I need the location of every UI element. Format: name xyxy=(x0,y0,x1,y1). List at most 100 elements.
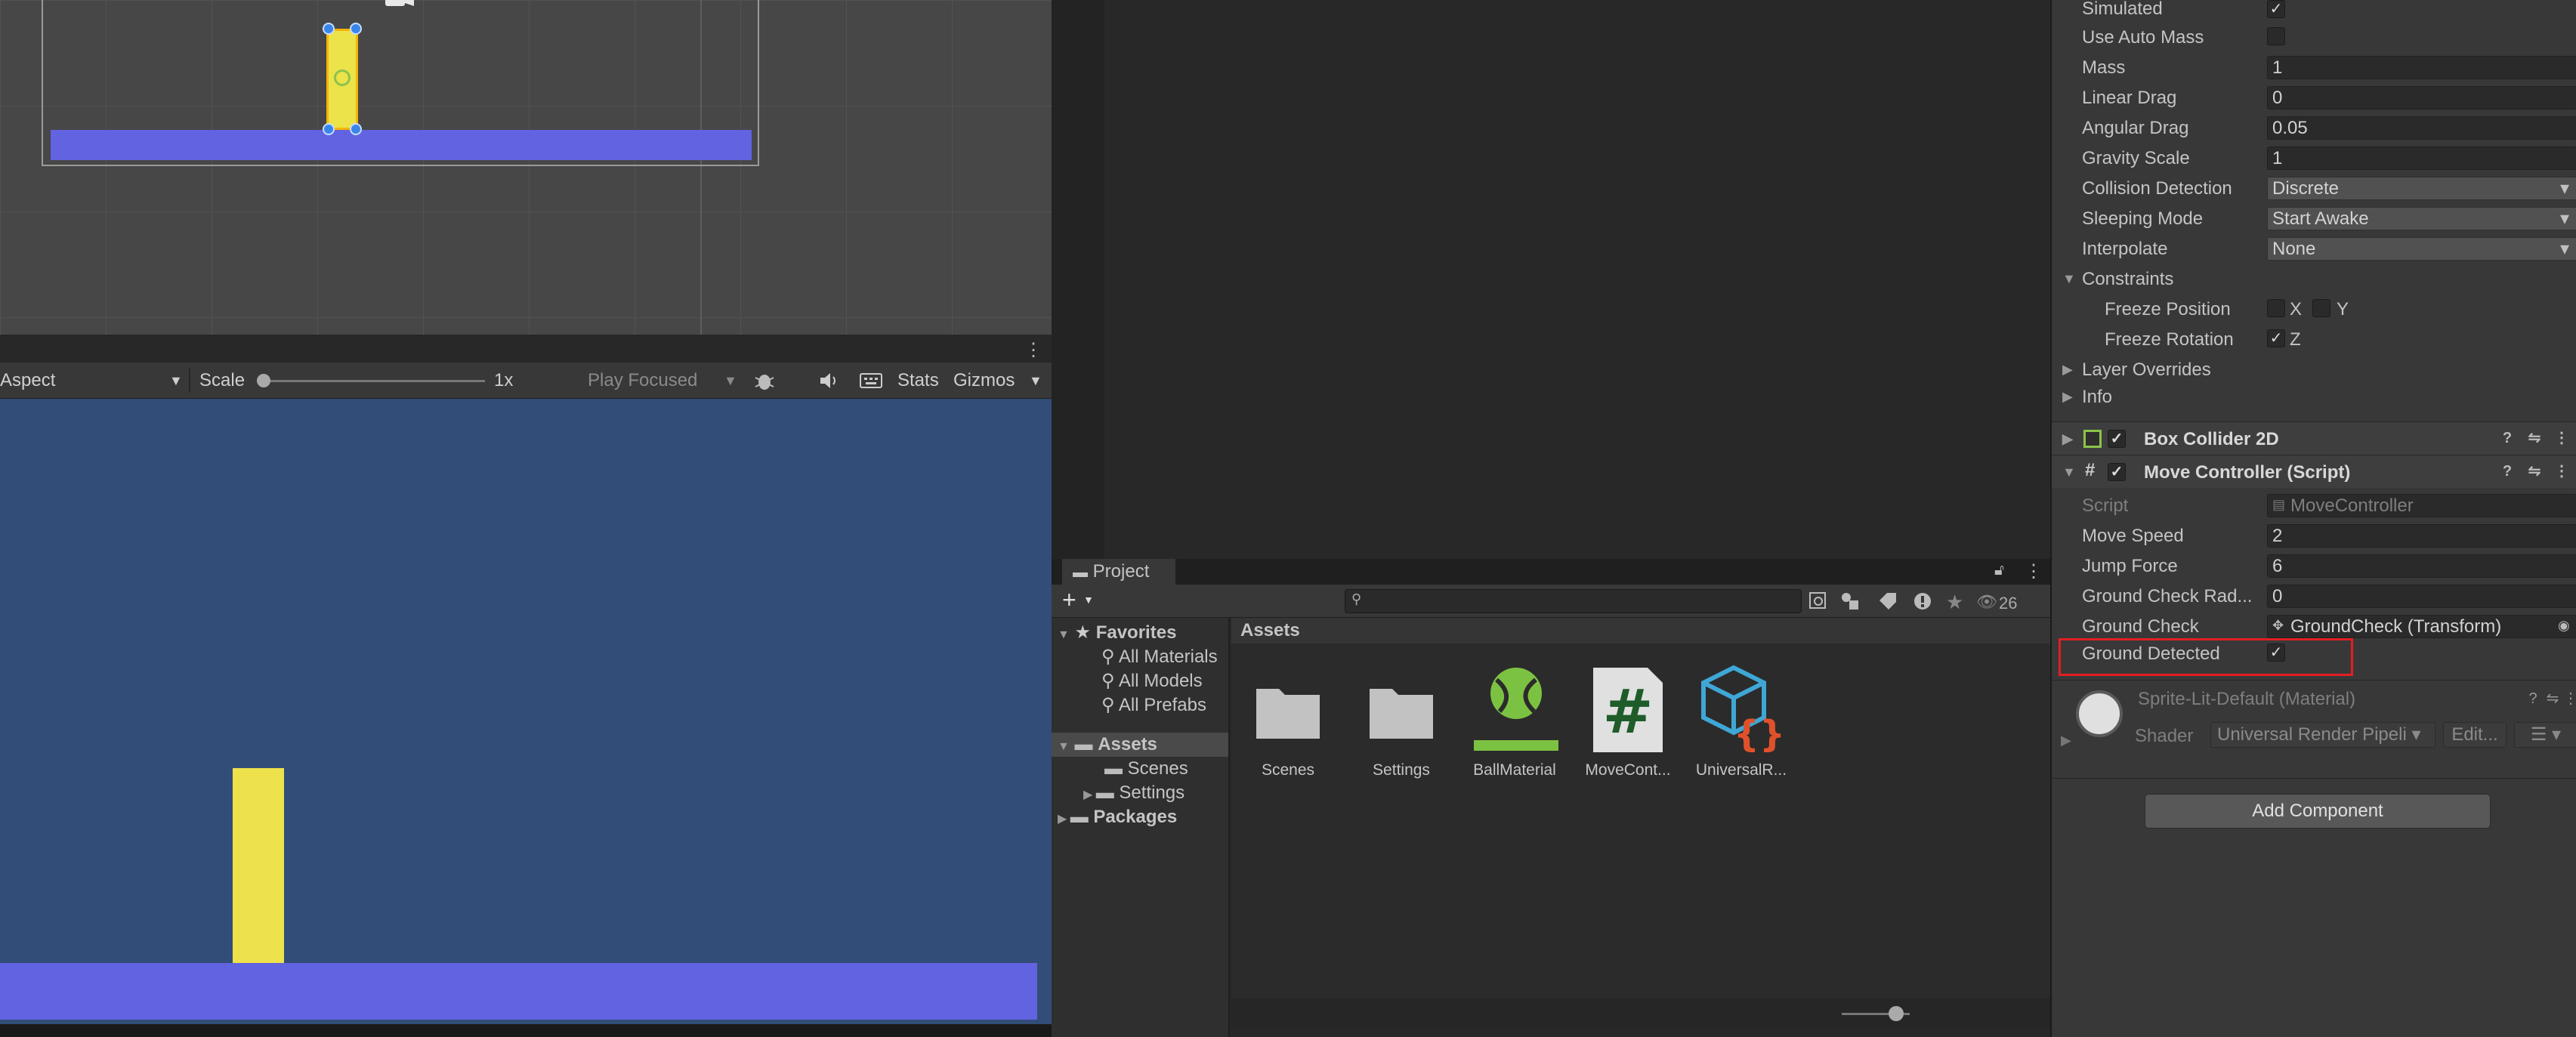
chevron-down-icon[interactable]: ▼ xyxy=(1083,594,1094,606)
resize-handle[interactable] xyxy=(350,23,362,35)
search-by-type-icon[interactable] xyxy=(1808,591,1828,611)
add-component-button[interactable]: Add Component xyxy=(2145,794,2491,829)
filter-by-type-icon[interactable] xyxy=(1840,591,1860,611)
scene-view[interactable] xyxy=(0,0,1052,335)
bug-icon[interactable] xyxy=(754,370,775,391)
expand-arrow-icon[interactable]: ▼ xyxy=(1058,740,1070,753)
expand-arrow-icon[interactable]: ▼ xyxy=(2062,271,2076,287)
resize-handle[interactable] xyxy=(350,123,362,135)
collision-detection-dropdown[interactable]: Discrete xyxy=(2267,177,2576,200)
property-row: Ground Check GroundCheck (Transform) ✥ ◉ xyxy=(2052,612,2576,642)
chevron-down-icon[interactable]: ▼ xyxy=(1029,363,1042,399)
constraints-foldout[interactable]: ▼ Constraints xyxy=(2052,264,2576,295)
presets-icon[interactable]: ⇋ xyxy=(2526,463,2543,480)
freeze-y-checkbox[interactable] xyxy=(2312,299,2330,317)
layer-overrides-foldout[interactable]: ▶ Layer Overrides xyxy=(2052,355,2576,385)
asset-item[interactable]: {} UniversalR... xyxy=(1685,665,1798,779)
shader-menu-button[interactable]: ☰ ▾ xyxy=(2514,722,2576,748)
audio-icon[interactable] xyxy=(819,372,840,390)
tree-item-scenes[interactable]: ▬ Scenes xyxy=(1104,757,1188,781)
assets-breadcrumb[interactable]: Assets xyxy=(1231,618,2050,643)
tree-item-settings[interactable]: ▶ ▬ Settings xyxy=(1083,781,1185,805)
ground-check-radius-field[interactable]: 0 xyxy=(2267,585,2576,608)
add-icon[interactable]: + xyxy=(1062,586,1076,614)
tree-item-all-models[interactable]: ⚲ All Models xyxy=(1101,669,1203,693)
expand-arrow-icon[interactable]: ▶ xyxy=(1058,813,1070,826)
tree-item-packages[interactable]: ▶ ▬ Packages xyxy=(1058,805,1177,829)
more-options-icon[interactable]: ⋮ xyxy=(1024,339,1042,361)
scale-slider-thumb[interactable] xyxy=(257,374,270,387)
presets-icon[interactable]: ⇋ xyxy=(2526,430,2543,446)
more-options-icon[interactable]: ⋮ xyxy=(2553,463,2570,480)
resize-handle[interactable] xyxy=(323,123,335,135)
expand-arrow-icon[interactable]: ▶ xyxy=(2061,733,2071,748)
tab-project[interactable]: ▬ Project xyxy=(1062,559,1175,585)
component-header-move-controller[interactable]: ▼ # ✓ Move Controller (Script) ? ⇋ ⋮ xyxy=(2052,455,2576,488)
asset-item[interactable]: # MoveCont... xyxy=(1571,665,1685,779)
jump-force-field[interactable]: 6 xyxy=(2267,554,2576,578)
asset-label: MoveCont... xyxy=(1585,761,1671,779)
tree-item-favorites[interactable]: ▼ ★ Favorites xyxy=(1058,621,1176,645)
interpolate-dropdown[interactable]: None xyxy=(2267,237,2576,261)
pivot-icon[interactable] xyxy=(334,69,351,86)
chevron-down-icon[interactable]: ▼ xyxy=(169,363,183,399)
aspect-dropdown[interactable]: Aspect xyxy=(0,363,55,399)
keyboard-icon[interactable] xyxy=(860,372,882,390)
asset-item[interactable]: Scenes xyxy=(1231,665,1345,779)
resize-handle[interactable] xyxy=(323,23,335,35)
game-view[interactable] xyxy=(0,399,1052,1024)
component-header-box-collider[interactable]: ▶ ✓ Box Collider 2D ? ⇋ ⋮ xyxy=(2052,421,2576,455)
search-icon: ⚲ xyxy=(1101,647,1119,667)
sleeping-mode-dropdown[interactable]: Start Awake xyxy=(2267,207,2576,230)
edit-shader-button[interactable]: Edit... xyxy=(2443,722,2507,748)
enable-checkbox[interactable]: ✓ xyxy=(2108,430,2126,448)
search-input[interactable]: ⚲ xyxy=(1345,589,1802,613)
mass-field[interactable]: 1 xyxy=(2267,56,2576,79)
move-speed-field[interactable]: 2 xyxy=(2267,524,2576,548)
star-icon[interactable]: ★ xyxy=(1946,591,1963,614)
expand-arrow-icon[interactable]: ▼ xyxy=(2062,464,2076,480)
tree-item-all-prefabs[interactable]: ⚲ All Prefabs xyxy=(1101,693,1206,718)
play-mode-dropdown[interactable]: Play Focused xyxy=(588,363,697,399)
scene-ground[interactable] xyxy=(51,130,752,160)
gizmos-button[interactable]: Gizmos xyxy=(953,363,1015,399)
freeze-z-checkbox[interactable]: ✓ xyxy=(2267,329,2285,347)
asset-item[interactable]: Settings xyxy=(1345,665,1458,779)
search-icon: ⚲ xyxy=(1351,591,1362,606)
object-picker-icon[interactable]: ◉ xyxy=(2558,618,2570,634)
linear-drag-field[interactable]: 0 xyxy=(2267,86,2576,110)
use-auto-mass-checkbox[interactable] xyxy=(2267,27,2285,45)
label-icon[interactable] xyxy=(1878,591,1898,611)
info-foldout[interactable]: ▶ Info xyxy=(2052,382,2576,412)
expand-arrow-icon[interactable]: ▶ xyxy=(2062,389,2073,405)
help-icon[interactable]: ? xyxy=(2499,463,2516,480)
expand-arrow-icon[interactable]: ▶ xyxy=(1083,789,1096,801)
lock-icon[interactable]: 🔓︎ xyxy=(1994,562,2004,579)
help-icon[interactable]: ? xyxy=(2499,430,2516,446)
property-row: Script MoveController ▤ xyxy=(2052,491,2576,521)
freeze-x-checkbox[interactable] xyxy=(2267,299,2285,317)
more-options-icon[interactable]: ⋮ xyxy=(2562,690,2576,707)
more-options-icon[interactable]: ⋮ xyxy=(2553,430,2570,446)
warning-icon[interactable] xyxy=(1913,591,1932,611)
enable-checkbox[interactable]: ✓ xyxy=(2108,463,2126,481)
presets-icon[interactable]: ⇋ xyxy=(2544,690,2561,707)
tree-item-all-materials[interactable]: ⚲ All Materials xyxy=(1101,645,1218,669)
shader-dropdown[interactable]: Universal Render Pipeli ▾ xyxy=(2210,722,2435,748)
scale-slider[interactable] xyxy=(261,380,485,382)
expand-arrow-icon[interactable]: ▶ xyxy=(2062,431,2073,447)
tree-item-assets[interactable]: ▼ ▬ Assets xyxy=(1052,733,1228,757)
expand-arrow-icon[interactable]: ▶ xyxy=(2062,362,2073,378)
ground-check-field[interactable]: GroundCheck (Transform) xyxy=(2267,615,2576,638)
stats-button[interactable]: Stats xyxy=(897,363,939,399)
more-options-icon[interactable]: ⋮ xyxy=(2025,560,2043,582)
expand-arrow-icon[interactable]: ▼ xyxy=(1058,628,1070,641)
icon-size-slider-thumb[interactable] xyxy=(1889,1006,1904,1021)
eye-icon[interactable]: 👁︎ xyxy=(1976,592,1997,612)
asset-item[interactable]: BallMaterial xyxy=(1458,665,1571,779)
help-icon[interactable]: ? xyxy=(2525,690,2541,707)
angular-drag-field[interactable]: 0.05 xyxy=(2267,116,2576,140)
chevron-down-icon[interactable]: ▼ xyxy=(724,363,737,399)
gravity-scale-field[interactable]: 1 xyxy=(2267,147,2576,170)
simulated-checkbox[interactable]: ✓ xyxy=(2267,0,2285,18)
